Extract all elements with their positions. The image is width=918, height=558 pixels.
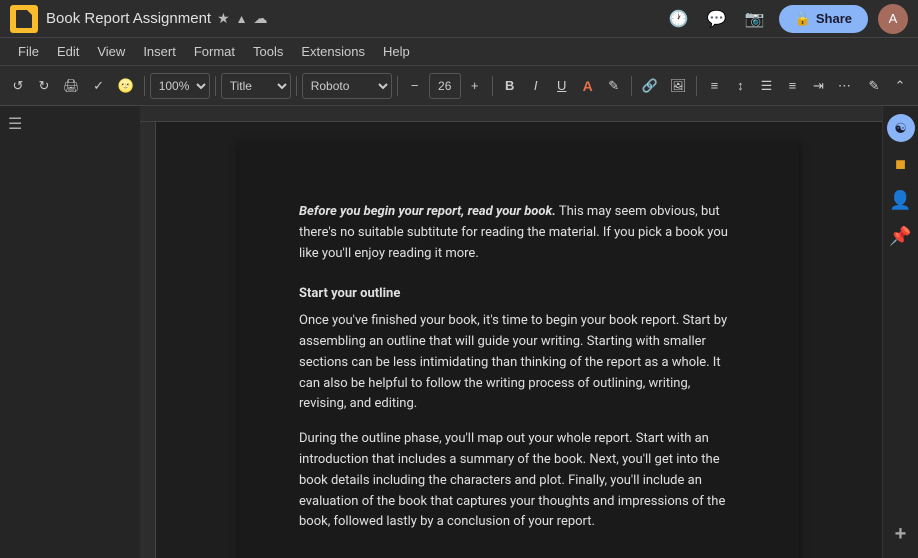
app-icon-shape bbox=[16, 10, 32, 28]
paragraph-3: During the outline phase, you'll map out… bbox=[299, 429, 739, 533]
comment-icon[interactable]: 💬 bbox=[703, 7, 731, 31]
indent-button[interactable]: ⇥ bbox=[806, 72, 830, 100]
share-label: Share bbox=[816, 11, 852, 26]
spellcheck-button[interactable]: ✓ bbox=[87, 72, 111, 100]
doc-page: Before you begin your report, read your … bbox=[239, 142, 799, 558]
menu-help[interactable]: Help bbox=[375, 41, 418, 62]
menu-format[interactable]: Format bbox=[186, 41, 243, 62]
menu-insert[interactable]: Insert bbox=[135, 41, 184, 62]
font-select[interactable]: Roboto Arial Times New Roman bbox=[302, 73, 392, 99]
more-options-button[interactable]: ⋯ bbox=[832, 72, 856, 100]
menu-view[interactable]: View bbox=[89, 41, 133, 62]
font-color-button[interactable]: A bbox=[576, 72, 600, 100]
link-button[interactable]: 🔗 bbox=[637, 72, 663, 100]
heading-2: Start your outline bbox=[299, 284, 739, 305]
divider-2 bbox=[215, 76, 216, 96]
decrease-font-size-button[interactable]: − bbox=[403, 72, 427, 100]
divider-4 bbox=[397, 76, 398, 96]
history-icon[interactable]: 🕐 bbox=[665, 7, 693, 31]
align-button[interactable]: ≡ bbox=[702, 72, 726, 100]
ruler-container: Before you begin your report, read your … bbox=[140, 106, 882, 558]
paragraph-1: Before you begin your report, read your … bbox=[299, 202, 739, 264]
print-button[interactable]: 🖨 bbox=[58, 72, 85, 100]
zoom-select[interactable]: 100% 75% 125% 150% bbox=[150, 73, 210, 99]
draw-button[interactable]: ✎ bbox=[862, 72, 886, 100]
cloud-icon[interactable]: ☁ bbox=[254, 10, 268, 27]
paragraph-2: Once you've finished your book, it's tim… bbox=[299, 311, 739, 415]
sidebar-icon-map[interactable]: 📌 bbox=[887, 222, 915, 250]
menu-file[interactable]: File bbox=[10, 41, 47, 62]
star-icon[interactable]: ★ bbox=[217, 10, 230, 27]
sidebar-add-button[interactable]: + bbox=[887, 520, 915, 548]
sidebar-icon-blue[interactable]: ☯ bbox=[887, 114, 915, 142]
main-area: ☰ Before you begin your report, read you… bbox=[0, 106, 918, 558]
list-button[interactable]: ≡ bbox=[780, 72, 804, 100]
camera-icon[interactable]: 📷 bbox=[741, 7, 769, 31]
expand-button[interactable]: ⌃ bbox=[888, 72, 912, 100]
doc-area-row: Before you begin your report, read your … bbox=[140, 122, 882, 558]
lock-icon: 🔒 bbox=[795, 11, 811, 27]
font-size-container: − 26 + bbox=[403, 72, 487, 100]
user-avatar[interactable]: A bbox=[878, 4, 908, 34]
right-sidebar: ☯ ■ 👤 📌 + bbox=[882, 106, 918, 558]
undo-button[interactable]: ↺ bbox=[6, 72, 30, 100]
outline-icon[interactable]: ☰ bbox=[8, 114, 22, 134]
line-spacing-button[interactable]: ↕ bbox=[728, 72, 752, 100]
title-bar: Book Report Assignment ★ ▲ ☁ 🕐 💬 📷 🔒 Sha… bbox=[0, 0, 918, 38]
menu-extensions[interactable]: Extensions bbox=[293, 41, 373, 62]
redo-button[interactable]: ↻ bbox=[32, 72, 56, 100]
sidebar-icon-person[interactable]: 👤 bbox=[887, 186, 915, 214]
ruler bbox=[140, 106, 882, 122]
divider-3 bbox=[296, 76, 297, 96]
divider-5 bbox=[492, 76, 493, 96]
checklist-button[interactable]: ☰ bbox=[754, 72, 778, 100]
highlight-button[interactable]: ✎ bbox=[602, 72, 626, 100]
header-right: 🕐 💬 📷 🔒 Share A bbox=[665, 4, 908, 34]
ruler-inner bbox=[140, 106, 882, 121]
paragraph-1-bold: Before you begin your report, read your … bbox=[299, 204, 556, 219]
menu-bar: File Edit View Insert Format Tools Exten… bbox=[0, 38, 918, 66]
share-button[interactable]: 🔒 Share bbox=[779, 5, 868, 33]
image-button[interactable]: 🖼 bbox=[665, 72, 692, 100]
style-select[interactable]: Title Normal text Heading 1 Heading 2 He… bbox=[221, 73, 291, 99]
title-icons: ★ ▲ ☁ bbox=[217, 10, 267, 27]
divider-7 bbox=[696, 76, 697, 96]
app-icon bbox=[10, 5, 38, 33]
drive-icon[interactable]: ▲ bbox=[236, 12, 248, 26]
doc-scroll[interactable]: Before you begin your report, read your … bbox=[156, 122, 882, 558]
toolbar: ↺ ↻ 🖨 ✓ 🌝 100% 75% 125% 150% Title Norma… bbox=[0, 66, 918, 106]
left-ruler bbox=[140, 122, 156, 558]
bold-button[interactable]: B bbox=[498, 72, 522, 100]
left-panel: ☰ bbox=[0, 106, 140, 558]
underline-button[interactable]: U bbox=[550, 72, 574, 100]
menu-tools[interactable]: Tools bbox=[245, 41, 291, 62]
document-title: Book Report Assignment bbox=[46, 10, 211, 27]
italic-button[interactable]: I bbox=[524, 72, 548, 100]
increase-font-size-button[interactable]: + bbox=[463, 72, 487, 100]
menu-edit[interactable]: Edit bbox=[49, 41, 87, 62]
divider-6 bbox=[631, 76, 632, 96]
sidebar-icon-orange[interactable]: ■ bbox=[887, 150, 915, 178]
font-size-input[interactable]: 26 bbox=[429, 73, 461, 99]
paint-format-button[interactable]: 🌝 bbox=[113, 72, 139, 100]
divider-1 bbox=[144, 76, 145, 96]
